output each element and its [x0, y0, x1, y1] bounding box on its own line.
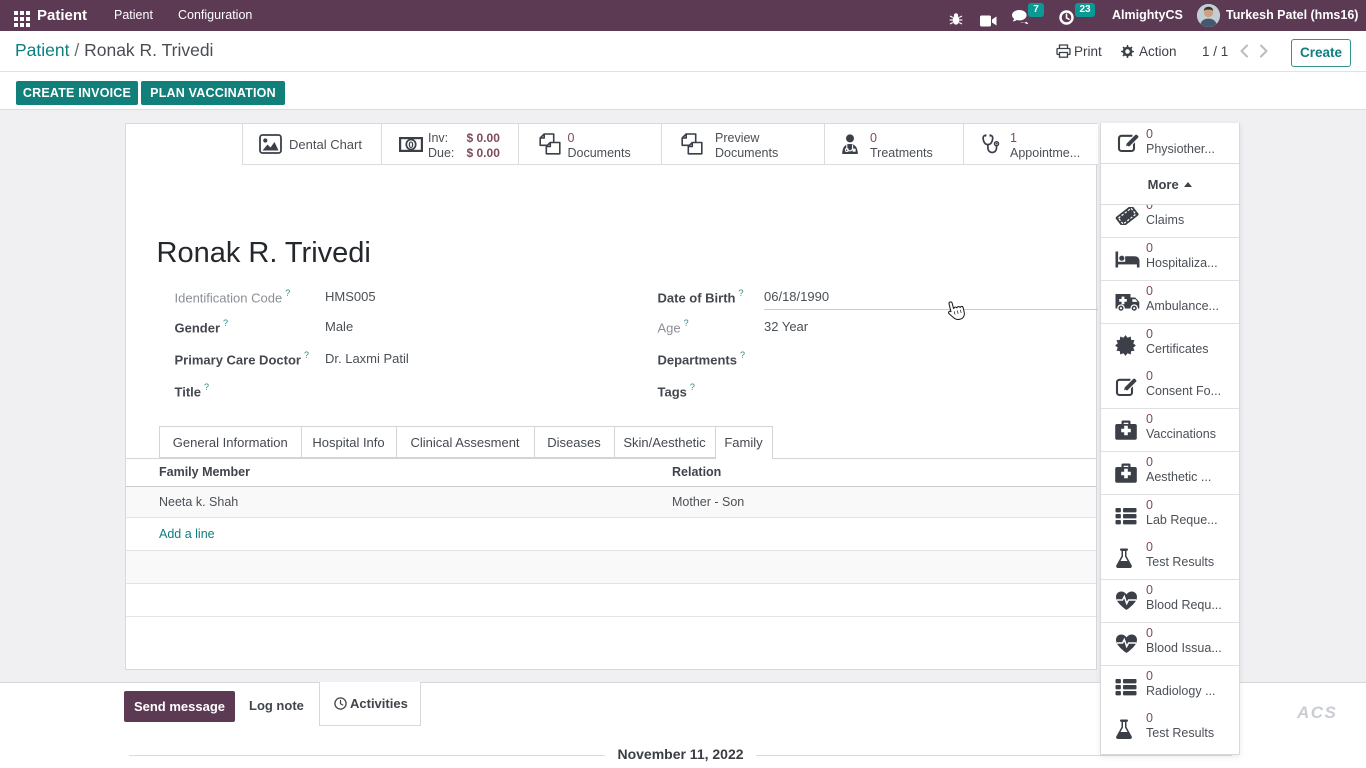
- svg-text:0: 0: [408, 139, 413, 150]
